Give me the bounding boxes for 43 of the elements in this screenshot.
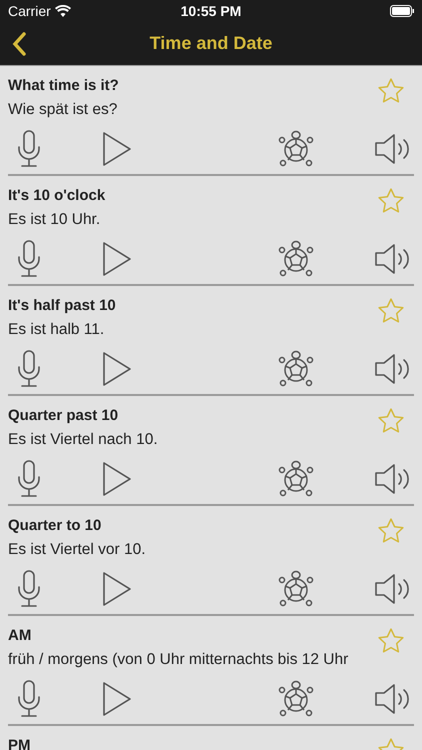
play-icon[interactable] bbox=[102, 351, 132, 388]
phrase-english: What time is it? bbox=[8, 76, 119, 96]
microphone-icon[interactable] bbox=[16, 130, 42, 168]
play-icon[interactable] bbox=[102, 571, 132, 608]
battery-icon bbox=[390, 5, 414, 17]
phrase-english: It's 10 o'clock bbox=[8, 186, 106, 206]
turtle-icon[interactable] bbox=[278, 460, 314, 498]
speaker-icon[interactable] bbox=[374, 683, 410, 716]
phrase-german: Wie spät ist es? bbox=[8, 100, 118, 120]
phrase-english: AM bbox=[8, 626, 32, 646]
phrase-english: PM bbox=[8, 736, 30, 750]
microphone-icon[interactable] bbox=[16, 240, 42, 278]
speaker-icon[interactable] bbox=[374, 463, 410, 496]
play-icon[interactable] bbox=[102, 131, 132, 168]
turtle-icon[interactable] bbox=[278, 570, 314, 608]
nav-title: Time and Date bbox=[150, 32, 272, 55]
microphone-icon[interactable] bbox=[16, 350, 42, 388]
phrase-german: Es ist Viertel vor 10. bbox=[8, 540, 147, 560]
microphone-icon[interactable] bbox=[16, 460, 42, 498]
back-chevron-icon bbox=[12, 32, 26, 56]
phrase-english: Quarter to 10 bbox=[8, 516, 102, 536]
speaker-icon[interactable] bbox=[374, 243, 410, 276]
phrase-german: Es ist Viertel nach 10. bbox=[8, 430, 159, 450]
microphone-icon[interactable] bbox=[16, 570, 42, 608]
phrase-german: Es ist halb 11. bbox=[8, 320, 106, 340]
phrase-german: früh / morgens (von 0 Uhr mitternachts bis 12 Uhr bbox=[8, 650, 350, 670]
play-icon[interactable] bbox=[102, 461, 132, 498]
wifi-icon bbox=[54, 5, 71, 17]
speaker-icon[interactable] bbox=[374, 353, 410, 386]
turtle-icon[interactable] bbox=[278, 350, 314, 388]
microphone-icon[interactable] bbox=[16, 680, 42, 718]
play-icon[interactable] bbox=[102, 681, 132, 718]
speaker-icon[interactable] bbox=[374, 573, 410, 606]
turtle-icon[interactable] bbox=[278, 680, 314, 718]
speaker-icon[interactable] bbox=[374, 133, 410, 166]
phrase-english: Quarter past 10 bbox=[8, 406, 118, 426]
phrase-english: It's half past 10 bbox=[8, 296, 116, 316]
turtle-icon[interactable] bbox=[278, 130, 314, 168]
phrase-german: Es ist 10 Uhr. bbox=[8, 210, 102, 230]
clock-time: 10:55 PM bbox=[180, 2, 242, 20]
carrier-label: Carrier bbox=[8, 2, 51, 20]
play-icon[interactable] bbox=[102, 241, 132, 278]
turtle-icon[interactable] bbox=[278, 240, 314, 278]
